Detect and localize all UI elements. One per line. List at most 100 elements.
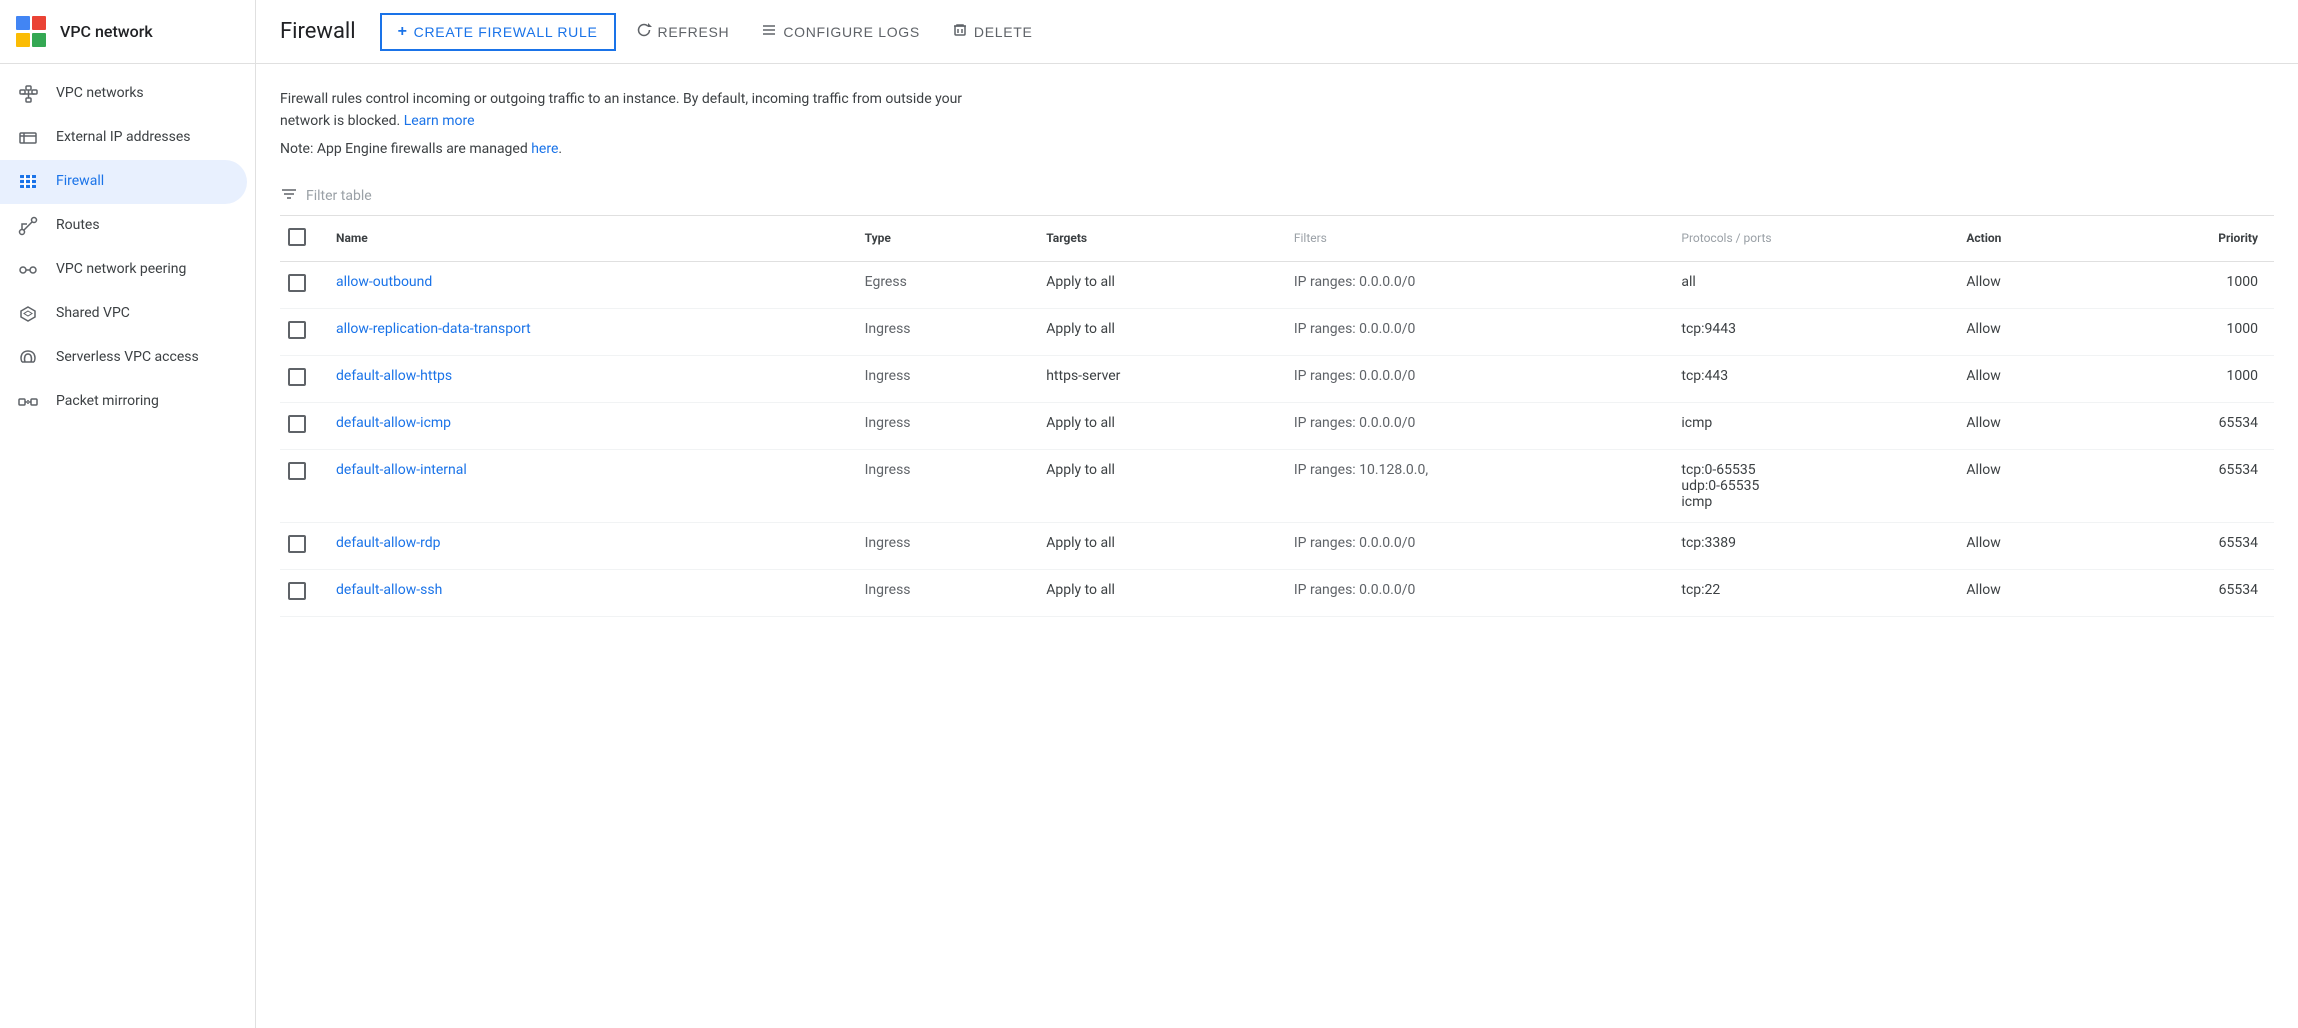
sidebar-item-label: External IP addresses [56, 128, 191, 148]
col-filters: Filters [1278, 216, 1666, 262]
sidebar-item-vpc-peering[interactable]: VPC network peering [0, 248, 247, 292]
create-firewall-rule-button[interactable]: + CREATE FIREWALL RULE [380, 13, 616, 51]
table-row: default-allow-icmp Ingress Apply to all … [280, 402, 2274, 449]
row-targets: Apply to all [1030, 522, 1278, 569]
rule-name-link[interactable]: default-allow-icmp [336, 415, 451, 431]
row-priority: 1000 [2107, 308, 2274, 355]
table-row: default-allow-ssh Ingress Apply to all I… [280, 569, 2274, 616]
row-filters: IP ranges: 0.0.0.0/0 [1278, 402, 1666, 449]
rule-name-link[interactable]: allow-replication-data-transport [336, 321, 531, 337]
sidebar-item-firewall[interactable]: Firewall [0, 160, 247, 204]
rule-name-link[interactable]: default-allow-ssh [336, 582, 442, 598]
shared-vpc-icon [16, 302, 40, 326]
col-name: Name [320, 216, 849, 262]
row-protocols: tcp:22 [1665, 569, 1950, 616]
sidebar-item-label: Firewall [56, 172, 104, 192]
sidebar-item-label: Routes [56, 216, 100, 236]
sidebar-item-label: VPC networks [56, 84, 144, 104]
sidebar-nav: VPC networks External IP addresses [0, 64, 255, 432]
learn-more-link[interactable]: Learn more [404, 113, 475, 129]
row-targets: Apply to all [1030, 308, 1278, 355]
col-protocols: Protocols / ports [1665, 216, 1950, 262]
row-checkbox[interactable] [288, 535, 306, 553]
rule-name-link[interactable]: default-allow-rdp [336, 535, 441, 551]
row-checkbox[interactable] [288, 321, 306, 339]
sidebar-item-packet-mirroring[interactable]: Packet mirroring [0, 380, 247, 424]
sidebar-item-external-ip[interactable]: External IP addresses [0, 116, 247, 160]
app-logo [16, 16, 48, 48]
content-area: Firewall rules control incoming or outgo… [256, 64, 2298, 1028]
row-targets: Apply to all [1030, 402, 1278, 449]
packet-mirroring-icon [16, 390, 40, 414]
sidebar-item-serverless-vpc[interactable]: Serverless VPC access [0, 336, 247, 380]
row-action: Allow [1950, 402, 2106, 449]
delete-button[interactable]: DELETE [940, 14, 1045, 49]
sidebar-item-label: Packet mirroring [56, 392, 159, 412]
row-filters: IP ranges: 0.0.0.0/0 [1278, 261, 1666, 308]
row-filters: IP ranges: 0.0.0.0/0 [1278, 308, 1666, 355]
row-action: Allow [1950, 261, 2106, 308]
sidebar-item-vpc-networks[interactable]: VPC networks [0, 72, 247, 116]
row-priority: 1000 [2107, 261, 2274, 308]
row-checkbox-cell [280, 261, 320, 308]
row-checkbox[interactable] [288, 274, 306, 292]
row-checkbox-cell [280, 308, 320, 355]
table-row: default-allow-rdp Ingress Apply to all I… [280, 522, 2274, 569]
row-action: Allow [1950, 569, 2106, 616]
row-protocols: all [1665, 261, 1950, 308]
row-name: default-allow-ssh [320, 569, 849, 616]
refresh-icon [636, 22, 652, 41]
table-row: allow-replication-data-transport Ingress… [280, 308, 2274, 355]
row-action: Allow [1950, 449, 2106, 522]
plus-icon: + [398, 23, 408, 41]
vpc-peering-icon [16, 258, 40, 282]
rule-name-link[interactable]: default-allow-internal [336, 462, 467, 478]
select-all-checkbox[interactable] [288, 228, 306, 246]
configure-logs-button[interactable]: CONFIGURE LOGS [749, 14, 932, 49]
row-type: Ingress [849, 402, 1031, 449]
row-priority: 65534 [2107, 522, 2274, 569]
col-type: Type [849, 216, 1031, 262]
sidebar-item-label: Serverless VPC access [56, 348, 199, 368]
row-type: Ingress [849, 449, 1031, 522]
sidebar-item-shared-vpc[interactable]: Shared VPC [0, 292, 247, 336]
row-type: Ingress [849, 569, 1031, 616]
row-name: default-allow-rdp [320, 522, 849, 569]
firewall-icon [16, 170, 40, 194]
configure-logs-icon [761, 22, 777, 41]
row-checkbox[interactable] [288, 368, 306, 386]
rule-name-link[interactable]: allow-outbound [336, 274, 432, 290]
routes-icon [16, 214, 40, 238]
row-targets: Apply to all [1030, 449, 1278, 522]
row-checkbox-cell [280, 569, 320, 616]
rule-name-link[interactable]: default-allow-https [336, 368, 452, 384]
row-name: allow-outbound [320, 261, 849, 308]
table-row: default-allow-https Ingress https-server… [280, 355, 2274, 402]
here-link[interactable]: here [531, 141, 558, 157]
table-row: default-allow-internal Ingress Apply to … [280, 449, 2274, 522]
table-row: allow-outbound Egress Apply to all IP ra… [280, 261, 2274, 308]
refresh-button[interactable]: REFRESH [624, 14, 742, 49]
firewall-rules-table: Name Type Targets Filters Protocols / po… [280, 216, 2274, 617]
external-ip-icon [16, 126, 40, 150]
row-action: Allow [1950, 355, 2106, 402]
filter-placeholder[interactable]: Filter table [306, 188, 372, 204]
row-checkbox[interactable] [288, 415, 306, 433]
row-checkbox[interactable] [288, 582, 306, 600]
serverless-vpc-icon [16, 346, 40, 370]
page-title: Firewall [280, 19, 356, 44]
row-checkbox[interactable] [288, 462, 306, 480]
sidebar-title: VPC network [60, 22, 153, 41]
delete-icon [952, 22, 968, 41]
row-protocols: tcp:0-65535udp:0-65535icmp [1665, 449, 1950, 522]
row-protocols: tcp:9443 [1665, 308, 1950, 355]
row-type: Ingress [849, 308, 1031, 355]
row-name: default-allow-internal [320, 449, 849, 522]
sidebar-item-routes[interactable]: Routes [0, 204, 247, 248]
row-targets: Apply to all [1030, 261, 1278, 308]
row-checkbox-cell [280, 402, 320, 449]
row-priority: 1000 [2107, 355, 2274, 402]
row-filters: IP ranges: 0.0.0.0/0 [1278, 355, 1666, 402]
row-priority: 65534 [2107, 449, 2274, 522]
row-name: default-allow-https [320, 355, 849, 402]
